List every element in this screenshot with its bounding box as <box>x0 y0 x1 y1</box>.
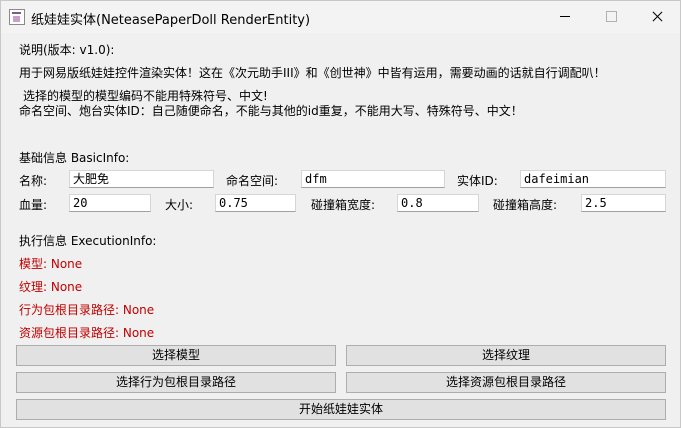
minimize-icon[interactable] <box>542 1 588 33</box>
select-texture-button[interactable]: 选择纹理 <box>346 345 666 366</box>
app-window: 纸娃娃实体(NeteasePaperDoll RenderEntity) 说明(… <box>0 0 681 428</box>
maximize-icon[interactable] <box>588 1 634 33</box>
size-input[interactable]: 0.75 <box>215 194 296 212</box>
select-resource-path-button[interactable]: 选择资源包根目录路径 <box>346 372 666 393</box>
select-behavior-path-button[interactable]: 选择行为包根目录路径 <box>16 372 336 393</box>
model-status: 模型: None <box>19 257 83 271</box>
namespace-label: 命名空间: <box>226 174 279 188</box>
box-width-input[interactable]: 0.8 <box>397 194 479 212</box>
resource-path-status: 资源包根目录路径: None <box>19 326 155 340</box>
health-input[interactable]: 20 <box>69 194 151 212</box>
title-bar[interactable]: 纸娃娃实体(NeteasePaperDoll RenderEntity) <box>1 1 680 33</box>
window-title: 纸娃娃实体(NeteasePaperDoll RenderEntity) <box>31 13 311 28</box>
entity-id-input[interactable]: dafeimian <box>520 170 666 188</box>
description-line-3: 命名空间、炮台实体ID：自己随便命名，不能与其他的id重复，不能用大写、特殊符号… <box>19 104 523 118</box>
box-width-label: 碰撞箱宽度: <box>311 198 376 212</box>
box-height-label: 碰撞箱高度: <box>493 198 558 212</box>
entity-id-label: 实体ID: <box>457 174 498 188</box>
basic-info-heading: 基础信息 BasicInfo: <box>19 151 130 165</box>
description-heading: 说明(版本: v1.0): <box>19 43 115 57</box>
execution-info-heading: 执行信息 ExecutionInfo: <box>19 234 157 248</box>
texture-status: 纹理: None <box>19 280 83 294</box>
close-icon[interactable] <box>634 1 680 33</box>
size-label: 大小: <box>165 198 194 212</box>
app-icon <box>9 9 25 25</box>
description-line-1: 用于网易版纸娃娃控件渲染实体！这在《次元助手III》和《创世神》中皆有运用，需要… <box>19 66 606 80</box>
select-model-button[interactable]: 选择模型 <box>16 345 336 366</box>
behavior-path-status: 行为包根目录路径: None <box>19 303 155 317</box>
start-button[interactable]: 开始纸娃娃实体 <box>16 399 666 420</box>
health-label: 血量: <box>19 198 48 212</box>
namespace-input[interactable]: dfm <box>301 170 445 188</box>
name-input[interactable]: 大肥免 <box>69 170 214 188</box>
box-height-input[interactable]: 2.5 <box>581 194 666 212</box>
name-label: 名称: <box>19 174 48 188</box>
